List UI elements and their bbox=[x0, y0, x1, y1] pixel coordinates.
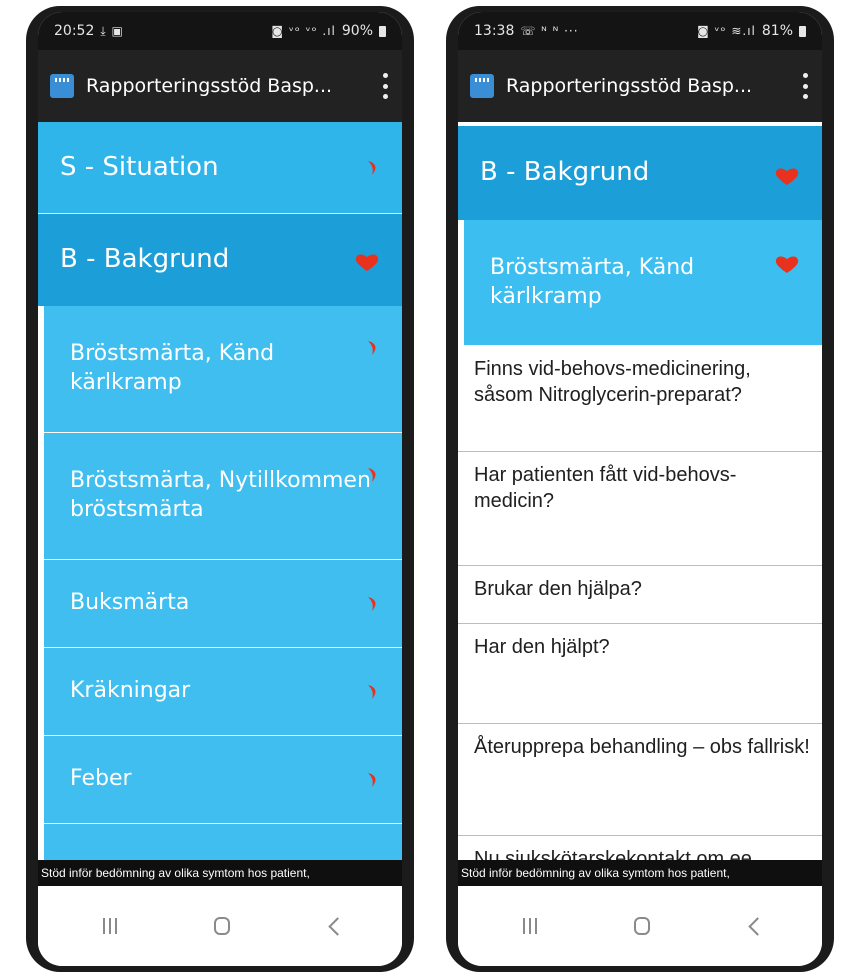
question-text: Har den hjälpt? bbox=[474, 636, 610, 658]
recents-button[interactable] bbox=[90, 912, 130, 940]
footer-text: Stöd inför bedömning av olika symtom hos… bbox=[458, 860, 822, 886]
phone-left: 20:52 ⤓ ▣ ◙ ᵛᵒ ᵛᵒ .ıl 90% Rapporteringss… bbox=[26, 6, 414, 972]
question-text: Återupprepa behandling – obs fallrisk! bbox=[474, 736, 810, 758]
question-text: Nu sjukskötarskekontakt om ee bbox=[474, 848, 752, 860]
screen: 20:52 ⤓ ▣ ◙ ᵛᵒ ᵛᵒ .ıl 90% Rapporteringss… bbox=[38, 12, 402, 966]
list-item-label: Feber bbox=[70, 766, 132, 792]
home-button[interactable] bbox=[202, 912, 242, 940]
phone-right: 13:38 ☏ ᴺ ᴺ ··· ◙ ᵛᵒ ≋.ıl 81% Rapporteri… bbox=[446, 6, 834, 972]
section-bakgrund[interactable]: B - Bakgrund bbox=[458, 126, 822, 220]
app-title: Rapporteringsstöd Basp... bbox=[86, 75, 333, 97]
list-item-feber[interactable]: Feber bbox=[44, 736, 402, 824]
recents-icon bbox=[523, 918, 537, 934]
app-title: Rapporteringsstöd Basp... bbox=[506, 75, 753, 97]
status-time: 20:52 bbox=[54, 23, 95, 39]
heart-icon bbox=[775, 168, 799, 185]
battery-level: 81% bbox=[761, 23, 793, 39]
back-icon bbox=[747, 916, 767, 936]
question-item[interactable]: Har patienten fått vid-behovs-medicin? bbox=[458, 452, 822, 566]
chevron-right-icon bbox=[368, 161, 376, 175]
overflow-menu-icon[interactable] bbox=[382, 73, 388, 99]
footer-text: Stöd inför bedömning av olika symtom hos… bbox=[38, 860, 402, 886]
list-item-buksmarta[interactable]: Buksmärta bbox=[44, 560, 402, 648]
app-logo-icon bbox=[50, 74, 74, 98]
list-item-label: Bröstsmärta, Känd kärlkramp bbox=[70, 341, 275, 395]
navigation-bar bbox=[38, 886, 402, 966]
heart-icon bbox=[775, 256, 799, 273]
notification-icons: ☏ ᴺ ᴺ ··· bbox=[520, 24, 579, 38]
battery-icon bbox=[799, 25, 806, 37]
chevron-right-icon bbox=[368, 597, 376, 611]
status-bar: 13:38 ☏ ᴺ ᴺ ··· ◙ ᵛᵒ ≋.ıl 81% bbox=[458, 12, 822, 50]
back-button[interactable] bbox=[734, 912, 774, 940]
subsection-label: Bröstsmärta, Känd kärlkramp bbox=[490, 254, 695, 309]
question-item[interactable]: Finns vid-behovs-medicinering, såsom Nit… bbox=[458, 346, 822, 452]
chevron-right-icon bbox=[368, 773, 376, 787]
app-bar: Rapporteringsstöd Basp... bbox=[38, 50, 402, 122]
chevron-right-icon bbox=[368, 341, 376, 355]
list-item-label: Bröstsmärta, Nytillkommen bröstsmärta bbox=[70, 468, 371, 522]
notification-icons: ⤓ ▣ bbox=[100, 23, 124, 38]
list-item-brostsmarta-nytillkommen[interactable]: Bröstsmärta, Nytillkommen bröstsmärta bbox=[44, 433, 402, 560]
question-item[interactable]: Återupprepa behandling – obs fallrisk! bbox=[458, 724, 822, 836]
status-bar: 20:52 ⤓ ▣ ◙ ᵛᵒ ᵛᵒ .ıl 90% bbox=[38, 12, 402, 50]
home-icon bbox=[214, 917, 230, 935]
list-item-krakningar[interactable]: Kräkningar bbox=[44, 648, 402, 736]
list-item-partial[interactable] bbox=[44, 824, 402, 860]
subsection-brostsmarta-kand[interactable]: Bröstsmärta, Känd kärlkramp bbox=[464, 220, 822, 346]
status-time: 13:38 bbox=[474, 23, 515, 39]
signal-icons: ◙ ᵛᵒ ᵛᵒ .ıl bbox=[271, 24, 336, 38]
list-item-bakgrund[interactable]: B - Bakgrund bbox=[38, 214, 402, 306]
question-list: B - Bakgrund Bröstsmärta, Känd kärlkramp… bbox=[458, 122, 822, 860]
question-item[interactable]: Nu sjukskötarskekontakt om ee bbox=[458, 836, 822, 860]
question-text: Finns vid-behovs-medicinering, såsom Nit… bbox=[474, 358, 751, 406]
question-text: Har patienten fått vid-behovs-medicin? bbox=[474, 464, 737, 512]
chevron-right-icon bbox=[368, 468, 376, 482]
recents-button[interactable] bbox=[510, 912, 550, 940]
screen: 13:38 ☏ ᴺ ᴺ ··· ◙ ᵛᵒ ≋.ıl 81% Rapporteri… bbox=[458, 12, 822, 966]
app-logo-icon bbox=[470, 74, 494, 98]
battery-icon bbox=[379, 25, 386, 37]
question-item[interactable]: Har den hjälpt? bbox=[458, 624, 822, 724]
app-bar: Rapporteringsstöd Basp... bbox=[458, 50, 822, 122]
signal-icons: ◙ ᵛᵒ ≋.ıl bbox=[697, 24, 756, 38]
recents-icon bbox=[103, 918, 117, 934]
category-list: S - Situation B - Bakgrund Bröstsmärta, … bbox=[38, 122, 402, 860]
section-label: B - Bakgrund bbox=[480, 157, 650, 188]
question-text: Brukar den hjälpa? bbox=[474, 578, 642, 600]
list-item-label: Kräkningar bbox=[70, 678, 191, 704]
list-item-brostsmarta-kand[interactable]: Bröstsmärta, Känd kärlkramp bbox=[44, 306, 402, 433]
back-button[interactable] bbox=[314, 912, 354, 940]
list-item-label: Buksmärta bbox=[70, 590, 190, 616]
question-item[interactable]: Brukar den hjälpa? bbox=[458, 566, 822, 624]
list-item-label: S - Situation bbox=[60, 151, 219, 182]
home-icon bbox=[634, 917, 650, 935]
navigation-bar bbox=[458, 886, 822, 966]
back-icon bbox=[327, 916, 347, 936]
home-button[interactable] bbox=[622, 912, 662, 940]
battery-level: 90% bbox=[341, 23, 373, 39]
list-item-situation[interactable]: S - Situation bbox=[38, 122, 402, 214]
chevron-right-icon bbox=[368, 685, 376, 699]
heart-icon bbox=[355, 254, 379, 271]
overflow-menu-icon[interactable] bbox=[802, 73, 808, 99]
list-item-label: B - Bakgrund bbox=[60, 244, 230, 275]
